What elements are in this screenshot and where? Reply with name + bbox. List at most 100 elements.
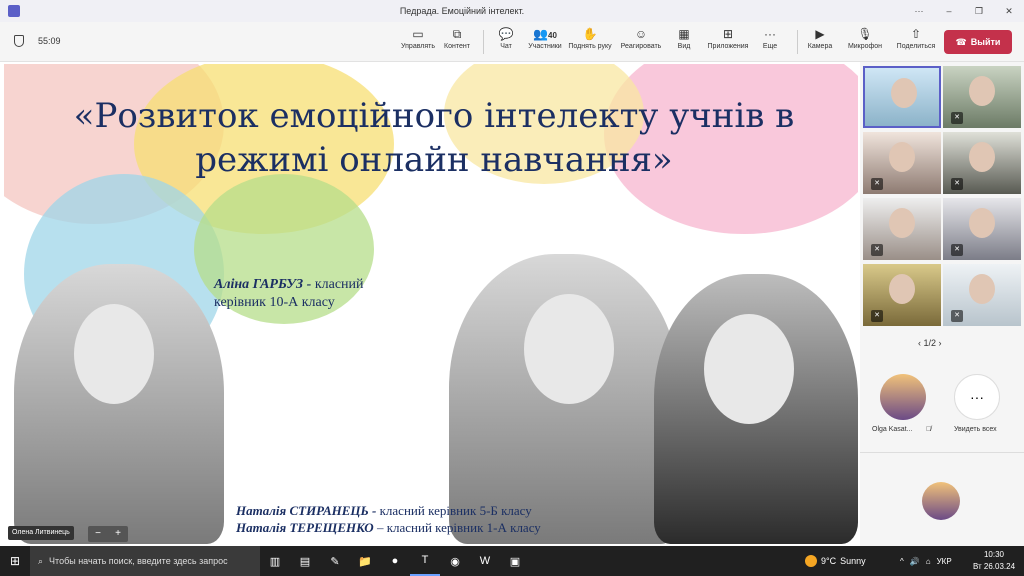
- sharer-name-badge: Олена Литвинець: [8, 526, 74, 540]
- participant-video: [969, 274, 995, 304]
- leave-button[interactable]: ☎ Выйти: [944, 30, 1012, 54]
- pinned-participant-avatar[interactable]: [880, 374, 926, 420]
- participant-tile[interactable]: ✕: [863, 264, 941, 326]
- language-indicator[interactable]: УКР: [937, 557, 952, 566]
- share-icon: ⇧: [910, 27, 922, 41]
- teams-icon: [8, 5, 20, 17]
- close-icon[interactable]: ✕: [994, 6, 1024, 17]
- mic-button[interactable]: 🎙 Микрофон: [843, 26, 887, 50]
- content-button[interactable]: ⧉ Контент: [435, 26, 479, 50]
- participant-tile[interactable]: ✕: [863, 198, 941, 260]
- view-all-button[interactable]: ···: [954, 374, 1000, 420]
- chat-button[interactable]: 💬 Чат: [484, 26, 528, 50]
- zoom-out-button[interactable]: −: [95, 526, 101, 542]
- participants-count: 40: [548, 31, 557, 40]
- participant-gallery: ✕ ✕ ✕ ✕ ✕ ✕ ✕ ‹ 1/2 › Olga Kasat... 🎙̸ ·…: [860, 62, 1024, 546]
- slide-title: «Розвиток емоційного інтелекту учнів в р…: [73, 96, 795, 180]
- raise-hand-button[interactable]: ✋ Поднять руку: [568, 26, 612, 50]
- apps-button[interactable]: ⊞ Приложения: [706, 26, 750, 50]
- mic-off-icon: ✕: [951, 244, 963, 256]
- system-tray: ^ 🔊 ⌂ УКР: [900, 546, 952, 576]
- view-button[interactable]: ▦ Вид: [662, 26, 706, 50]
- presentation-slide: «Розвиток емоційного інтелекту учнів в р…: [4, 64, 858, 544]
- notepad-app-icon[interactable]: ▤: [290, 546, 320, 576]
- participant-tile[interactable]: ✕: [943, 132, 1021, 194]
- teams-app-icon[interactable]: T: [410, 546, 440, 576]
- hand-icon: ✋: [582, 27, 598, 41]
- more-button[interactable]: ··· Еще: [748, 26, 792, 50]
- participant-tile[interactable]: ✕: [863, 132, 941, 194]
- people-icon: 👥40: [533, 27, 557, 41]
- participant-video: [969, 208, 995, 238]
- participants-button[interactable]: 👥40 Участники: [523, 26, 567, 50]
- chevron-left-icon[interactable]: ‹: [918, 338, 921, 348]
- share-button[interactable]: ⇧ Поделиться: [894, 26, 938, 50]
- ellipsis-icon: ···: [764, 27, 776, 41]
- taskbar-search[interactable]: ⌕ Чтобы начать поиск, введите здесь запр…: [30, 546, 260, 576]
- chevron-right-icon[interactable]: ›: [939, 338, 942, 348]
- meeting-toolbar: 55:09 ▭ Управлять ⧉ Контент 💬 Чат 👥40 Уч…: [0, 22, 1024, 62]
- manage-icon: ▭: [412, 27, 424, 41]
- mic-off-icon: ✕: [951, 178, 963, 190]
- presenter-face-3: [704, 314, 794, 424]
- zoom-app-icon[interactable]: ●: [380, 546, 410, 576]
- word-app-icon[interactable]: W: [470, 546, 500, 576]
- zoom-in-button[interactable]: +: [115, 526, 121, 542]
- grid-icon: ▦: [678, 27, 690, 41]
- share-content-icon: ⧉: [452, 27, 462, 41]
- participant-tile[interactable]: [863, 66, 941, 128]
- self-view-avatar[interactable]: [922, 482, 960, 520]
- camera-button[interactable]: ▶ Камера: [798, 26, 842, 50]
- gallery-pager: ‹ 1/2 ›: [918, 338, 942, 348]
- paint-app-icon[interactable]: ✎: [320, 546, 350, 576]
- add-app-icon: ⊞: [722, 27, 734, 41]
- camera-icon: ▶: [815, 27, 825, 41]
- participant-video: [891, 78, 917, 108]
- smile-icon: ☺: [634, 27, 648, 41]
- minimize-icon[interactable]: –: [934, 6, 964, 16]
- taskbar-clock[interactable]: 10:30 Вт 26.03.24: [972, 549, 1016, 573]
- taskbar: ⊞ ⌕ Чтобы начать поиск, введите здесь за…: [0, 546, 1024, 576]
- chrome-app-icon[interactable]: ◉: [440, 546, 470, 576]
- participant-video: [969, 142, 995, 172]
- participant-tile[interactable]: ✕: [943, 264, 1021, 326]
- weather-widget[interactable]: 9°C Sunny: [805, 546, 866, 576]
- mic-off-icon: 🎙̸: [926, 426, 932, 433]
- participant-video: [969, 76, 995, 106]
- mic-off-icon: 🎙: [857, 27, 873, 41]
- maximize-icon[interactable]: ❐: [964, 6, 994, 17]
- gallery-divider: [860, 452, 1024, 453]
- participant-tile[interactable]: ✕: [943, 198, 1021, 260]
- window-title: Педрада. Емоційний інтелект.: [399, 6, 525, 16]
- participant-video: [889, 274, 915, 304]
- participant-tile[interactable]: ✕: [943, 66, 1021, 128]
- windows-icon: ⊞: [9, 554, 21, 568]
- mic-off-icon: ✕: [951, 112, 963, 124]
- participant-video: [889, 208, 915, 238]
- shared-screen: «Розвиток емоційного інтелекту учнів в р…: [0, 62, 860, 546]
- mic-off-icon: ✕: [871, 244, 883, 256]
- chat-icon: 💬: [498, 27, 514, 41]
- mic-off-icon: ✕: [871, 178, 883, 190]
- ellipsis-icon: ···: [970, 389, 984, 405]
- start-button[interactable]: ⊞: [0, 546, 30, 576]
- chevron-up-icon[interactable]: ^: [900, 557, 904, 566]
- more-options-icon[interactable]: ···: [904, 6, 934, 16]
- phone-icon: ☎: [955, 36, 967, 47]
- mic-off-icon: ✕: [951, 310, 963, 322]
- search-icon: ⌕: [38, 555, 44, 566]
- react-button[interactable]: ☺ Реагировать: [619, 26, 663, 50]
- app-icon[interactable]: ▣: [500, 546, 530, 576]
- file-explorer-icon[interactable]: 📁: [350, 546, 380, 576]
- window-titlebar: Педрада. Емоційний інтелект. ··· – ❐ ✕: [0, 0, 1024, 22]
- presenter-face-1: [74, 304, 154, 404]
- network-icon[interactable]: ⌂: [926, 557, 931, 566]
- presenter-captions-2-3: Наталія СТИРАНЕЦЬ - класний керівник 5-Б…: [236, 503, 541, 535]
- shield-icon: [14, 35, 24, 47]
- sun-icon: [805, 555, 817, 567]
- volume-icon[interactable]: 🔊: [910, 557, 920, 566]
- pinned-participant-name: Olga Kasat...: [872, 426, 913, 433]
- mic-off-icon: ✕: [871, 310, 883, 322]
- manage-button[interactable]: ▭ Управлять: [396, 26, 440, 50]
- task-view-icon[interactable]: ▥: [260, 546, 290, 576]
